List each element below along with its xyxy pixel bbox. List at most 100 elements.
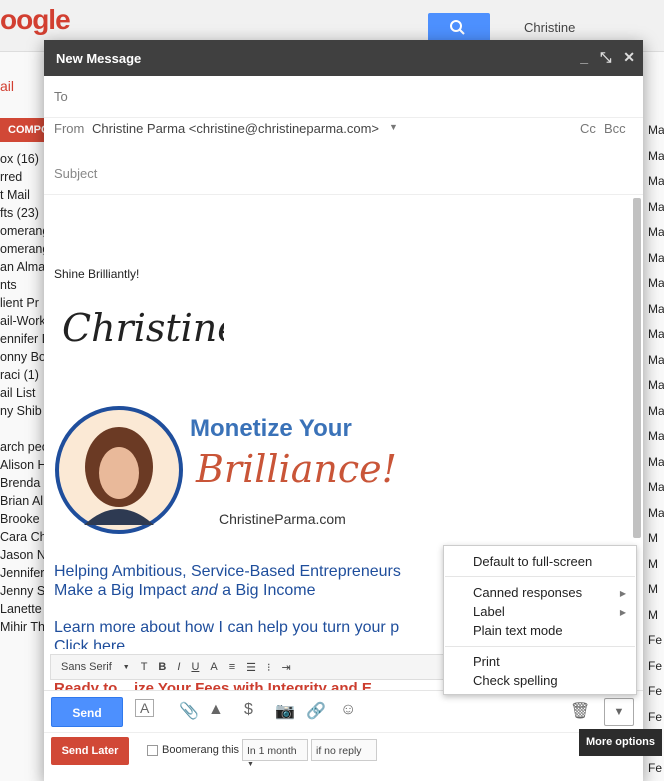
menu-item-plain-text[interactable]: Plain text mode	[473, 623, 563, 638]
subject-row[interactable]: Subject	[44, 154, 643, 195]
folder-item[interactable]: t Mail	[0, 186, 48, 204]
banner-heading: Monetize Your	[190, 415, 352, 442]
fullscreen-icon[interactable]: ⤡	[600, 49, 611, 66]
compose-titlebar: New Message _ ⤡ ✕	[44, 40, 643, 76]
chevron-right-icon: ▶	[619, 589, 626, 598]
click-here-link[interactable]: Click here	[54, 637, 125, 649]
folder-item[interactable]: Jennifer	[0, 564, 48, 582]
message-date: Ma	[648, 429, 664, 443]
menu-item-fullscreen[interactable]: Default to full-screen	[473, 554, 592, 569]
underline-button[interactable]: U	[191, 661, 199, 673]
folder-list: ox (16) rred t Mail fts (23) omerang omerang a…	[0, 150, 48, 636]
message-date: Ma	[648, 301, 664, 316]
message-date: Ma	[648, 250, 664, 265]
minimize-icon[interactable]: _	[580, 49, 588, 66]
folder-item[interactable]: Brooke	[0, 510, 48, 528]
to-label: To	[54, 89, 68, 104]
emoji-icon[interactable]: ☺	[340, 701, 356, 719]
folder-item[interactable]: Brian Al	[0, 492, 48, 510]
bulleted-list-icon[interactable]: ⁝	[267, 661, 271, 674]
boomerang-time-select[interactable]: In 1 month ▼	[242, 739, 308, 768]
folder-item[interactable]: Lanette	[0, 600, 48, 618]
photo-icon[interactable]: 📷	[275, 701, 295, 721]
folder-item[interactable]: Brenda	[0, 474, 48, 492]
to-row[interactable]: To	[44, 76, 643, 118]
chevron-down-icon: ▼	[613, 706, 625, 718]
body-line-2-c: a Big Income	[217, 582, 316, 599]
attach-icon[interactable]: 📎	[179, 701, 199, 721]
more-options-tooltip: More options	[579, 729, 662, 756]
folder-item[interactable]: ennifer D	[0, 330, 48, 348]
menu-divider	[445, 576, 635, 577]
trash-icon[interactable]: 🗑	[570, 701, 590, 721]
message-date: Ma	[648, 123, 664, 137]
folder-item[interactable]: ail List	[0, 384, 48, 402]
folder-item[interactable]: Jenny S	[0, 582, 48, 600]
folder-item[interactable]: ail-Work	[0, 312, 48, 330]
boomerang-condition-value: if no reply	[316, 745, 362, 757]
folder-item[interactable]: lient Pr	[0, 294, 48, 312]
folder-item[interactable]: fts (23)	[0, 204, 48, 222]
chevron-down-icon[interactable]: ▼	[389, 122, 398, 132]
boomerang-checkbox[interactable]	[147, 745, 158, 756]
menu-item-check-spelling[interactable]: Check spelling	[473, 673, 558, 688]
numbered-list-icon[interactable]: ☰	[246, 661, 256, 674]
folder-item[interactable]: onny Bov	[0, 348, 48, 366]
font-size-icon[interactable]: T	[141, 661, 148, 673]
from-label: From	[54, 121, 85, 136]
body-scrollbar[interactable]	[633, 198, 641, 538]
money-icon[interactable]: $	[244, 701, 253, 719]
signature-image: Christine	[62, 306, 224, 350]
folder-item[interactable]: nts	[0, 276, 48, 294]
banner-photo	[54, 405, 184, 535]
folder-item[interactable]: an Alman	[0, 258, 48, 276]
user-name[interactable]: Christine	[524, 20, 575, 35]
folder-item[interactable]: ny Shib	[0, 402, 48, 420]
menu-item-print[interactable]: Print	[473, 654, 500, 669]
body-line-2-b: and	[190, 582, 218, 599]
signoff-text: Shine Brilliantly!	[54, 267, 140, 281]
mail-label[interactable]: ail	[0, 78, 14, 94]
folder-item[interactable]: arch peo	[0, 438, 48, 456]
folder-item[interactable]: omerang	[0, 240, 48, 258]
search-button[interactable]	[428, 13, 490, 43]
menu-divider	[445, 646, 635, 647]
folder-item[interactable]: omerang	[0, 222, 48, 240]
boomerang-time-value: In 1 month	[247, 745, 297, 757]
close-icon[interactable]: ✕	[623, 49, 635, 66]
folder-item[interactable]: Jason N	[0, 546, 48, 564]
compose-button[interactable]: COMPO	[0, 118, 50, 142]
subject-input[interactable]: Subject	[54, 166, 97, 181]
indent-icon[interactable]: ⇥	[282, 661, 291, 674]
message-date: Ma	[648, 378, 664, 392]
more-options-button[interactable]: ▼	[604, 698, 634, 726]
formatting-options-icon[interactable]: A	[135, 699, 155, 717]
send-button[interactable]: Send	[51, 697, 123, 727]
folder-item[interactable]	[0, 420, 48, 438]
send-later-button[interactable]: Send Later	[51, 737, 129, 765]
bcc-link[interactable]: Bcc	[604, 121, 626, 136]
cc-link[interactable]: Cc	[580, 121, 596, 136]
menu-item-canned-responses[interactable]: Canned responses	[473, 585, 582, 600]
message-date: Ma	[648, 454, 664, 469]
folder-item[interactable]: rred	[0, 168, 48, 186]
font-select[interactable]: Sans Serif	[61, 661, 112, 673]
drive-icon[interactable]: ▲	[208, 701, 224, 719]
from-value[interactable]: Christine Parma <christine@christineparm…	[92, 121, 379, 136]
body-line-1: Helping Ambitious, Service-Based Entrepr…	[54, 563, 401, 580]
link-icon[interactable]: 🔗	[306, 701, 326, 721]
text-color-button[interactable]: A	[210, 661, 217, 673]
folder-item[interactable]: Cara Ch	[0, 528, 48, 546]
menu-item-label[interactable]: Label	[473, 604, 505, 619]
search-icon	[450, 20, 465, 35]
align-icon[interactable]: ≡	[229, 661, 235, 673]
folder-item[interactable]: Alison H	[0, 456, 48, 474]
boomerang-label: Boomerang this	[162, 744, 240, 756]
from-row: From Christine Parma <christine@christin…	[44, 118, 643, 156]
boomerang-condition-select[interactable]: if no reply	[311, 739, 377, 761]
folder-item[interactable]: raci (1)	[0, 366, 48, 384]
bold-button[interactable]: B	[158, 661, 166, 673]
folder-item[interactable]: Mihir Th	[0, 618, 48, 636]
folder-item[interactable]: ox (16)	[0, 150, 48, 168]
italic-button[interactable]: I	[177, 661, 180, 673]
